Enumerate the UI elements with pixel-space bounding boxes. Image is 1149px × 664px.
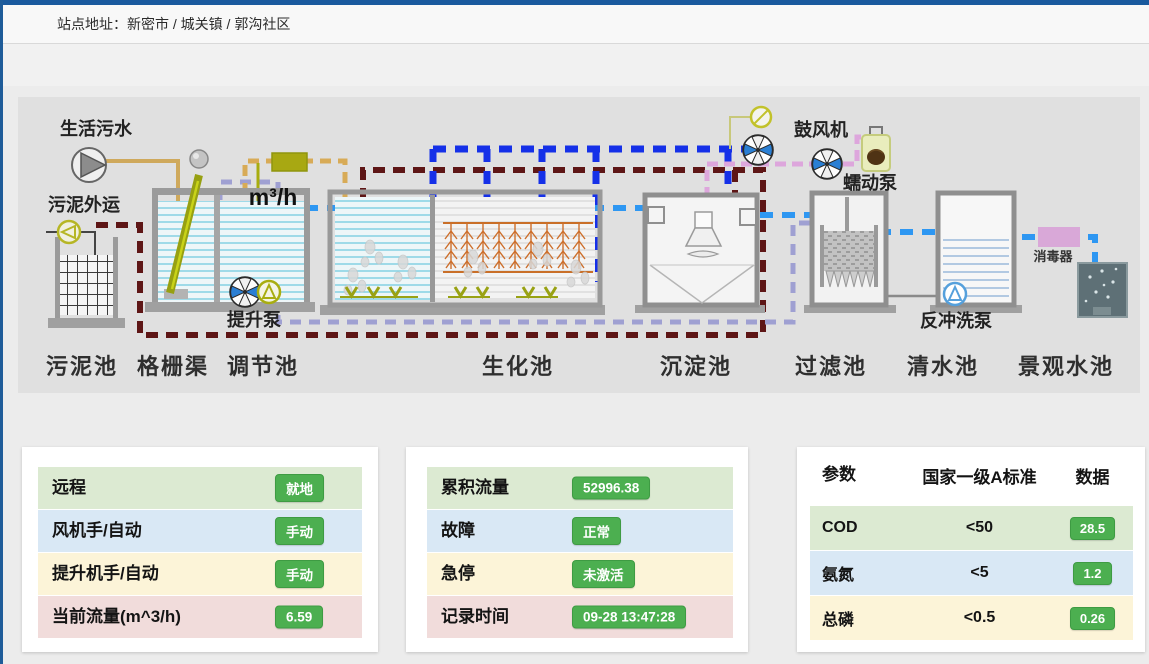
quality-table-header: 参数 国家一级A标准 数据 — [810, 463, 1133, 503]
dosing-pump-label: 蠕动泵 — [843, 173, 897, 193]
value-badge: 52996.38 — [572, 477, 650, 500]
sludge-out-valve-icon — [58, 221, 80, 243]
column-header: 参数 — [810, 463, 907, 503]
column-header: 国家一级A标准 — [907, 463, 1052, 503]
value-badge: 6.59 — [275, 606, 323, 629]
water-quality-card: 参数 国家一级A标准 数据 COD <50 28.5 氨氮 <5 1.2 总磷 … — [797, 447, 1145, 652]
status-badge: 正常 — [572, 517, 621, 545]
row-label: 急停 — [427, 553, 475, 595]
row-label: 提升机手/自动 — [38, 553, 159, 595]
lift-pump-icons — [230, 277, 280, 307]
flow-unit-label: m³/h — [249, 184, 298, 210]
flow-status-card: 累积流量 52996.38 故障 正常 急停 未激活 记录时间 09-28 13… — [406, 447, 748, 652]
filter-tank — [804, 193, 896, 313]
row-label: 记录时间 — [427, 596, 509, 638]
row-label: 故障 — [427, 510, 475, 552]
sludge-tank — [48, 237, 125, 328]
tank-label-biochemical: 生化池 — [482, 354, 554, 379]
value-badge: 28.5 — [1070, 517, 1115, 540]
disinfector-label: 消毒器 — [1033, 249, 1073, 264]
dosing-container-icon — [862, 127, 890, 171]
status-badge: 手动 — [275, 560, 324, 588]
timestamp-badge: 09-28 13:47:28 — [572, 606, 686, 629]
sewage-label: 生活污水 — [60, 118, 133, 139]
column-header: 数据 — [1052, 463, 1133, 503]
sedimentation-tank — [635, 195, 765, 313]
value-badge: 0.26 — [1070, 607, 1115, 630]
status-badge: 未激活 — [572, 560, 635, 588]
biochemical-tank — [320, 192, 605, 315]
blower-label: 鼓风机 — [794, 119, 848, 140]
breadcrumb: 站点地址：新密市 / 城关镇 / 郭沟社区 — [3, 5, 290, 43]
control-status-table: 远程 就地 风机手/自动 手动 提升机手/自动 手动 当前流量(m^3/h) 6… — [38, 467, 362, 639]
row-label: 累积流量 — [427, 467, 509, 509]
blower-fan-icon — [743, 135, 773, 165]
table-row: 氨氮 <5 1.2 — [810, 551, 1133, 596]
table-row: 当前流量(m^3/h) 6.59 — [38, 596, 362, 639]
table-row: 提升机手/自动 手动 — [38, 553, 362, 596]
table-row: 记录时间 09-28 13:47:28 — [427, 596, 733, 639]
param-name: 氨氮 — [810, 561, 907, 585]
sludge-out-label: 污泥外运 — [48, 194, 120, 215]
landscape-pool — [1078, 263, 1127, 317]
left-accent-bar — [0, 0, 3, 664]
tank-label-filter: 过滤池 — [795, 354, 867, 379]
param-name: 总磷 — [810, 606, 907, 630]
process-diagram: 生活污水 污泥外运 m³/h 提升泵 鼓风机 蠕动泵 反冲洗泵 消毒器 污泥池 … — [18, 97, 1140, 393]
dosing-pump-fan-icon — [812, 149, 842, 179]
row-label: 远程 — [38, 467, 86, 509]
scada-dashboard: 站点地址：新密市 / 城关镇 / 郭沟社区 — [0, 0, 1149, 664]
subheader-strip — [3, 44, 1149, 86]
value-badge: 1.2 — [1073, 562, 1111, 585]
clear-water-tank — [930, 193, 1022, 313]
table-row: COD <50 28.5 — [810, 506, 1133, 551]
standard-value: <50 — [907, 519, 1052, 537]
disinfector-box — [1038, 227, 1080, 247]
param-name: COD — [810, 519, 907, 537]
table-row: 累积流量 52996.38 — [427, 467, 733, 510]
tank-label-sludge-pool: 污泥池 — [46, 354, 118, 379]
row-label: 风机手/自动 — [38, 510, 142, 552]
flow-status-table: 累积流量 52996.38 故障 正常 急停 未激活 记录时间 09-28 13… — [427, 467, 733, 639]
backwash-pump-label: 反冲洗泵 — [920, 310, 992, 331]
standard-value: <5 — [907, 564, 1052, 582]
intake-pump-icon — [72, 148, 106, 182]
blower-valve-icon — [751, 107, 771, 127]
lift-pump-label: 提升泵 — [227, 309, 281, 330]
lift-ball-valve-icon — [230, 277, 260, 307]
tank-label-grid-channel: 格栅渠 — [137, 354, 209, 379]
flow-meter-box — [272, 153, 307, 171]
table-row: 风机手/自动 手动 — [38, 510, 362, 553]
table-row: 总磷 <0.5 0.26 — [810, 596, 1133, 641]
quality-table: COD <50 28.5 氨氮 <5 1.2 总磷 <0.5 0.26 — [810, 506, 1133, 641]
tank-label-landscape: 景观水池 — [1018, 354, 1114, 379]
row-label: 当前流量(m^3/h) — [38, 596, 181, 638]
table-row: 远程 就地 — [38, 467, 362, 510]
screen-drive-ball — [190, 150, 208, 168]
site-header: 站点地址：新密市 / 城关镇 / 郭沟社区 — [3, 5, 1149, 44]
tank-label-regulating: 调节池 — [227, 354, 299, 379]
standard-value: <0.5 — [907, 609, 1052, 627]
status-badge: 就地 — [275, 474, 324, 502]
backwash-pump-icon — [944, 283, 966, 305]
table-row: 故障 正常 — [427, 510, 733, 553]
tank-label-clear-water: 清水池 — [907, 354, 979, 379]
status-badge: 手动 — [275, 517, 324, 545]
table-row: 急停 未激活 — [427, 553, 733, 596]
control-status-card: 远程 就地 风机手/自动 手动 提升机手/自动 手动 当前流量(m^3/h) 6… — [22, 447, 378, 652]
tank-label-sedimentation: 沉淀池 — [660, 354, 732, 379]
process-diagram-svg: 生活污水 污泥外运 m³/h 提升泵 鼓风机 蠕动泵 反冲洗泵 消毒器 污泥池 … — [18, 97, 1140, 393]
